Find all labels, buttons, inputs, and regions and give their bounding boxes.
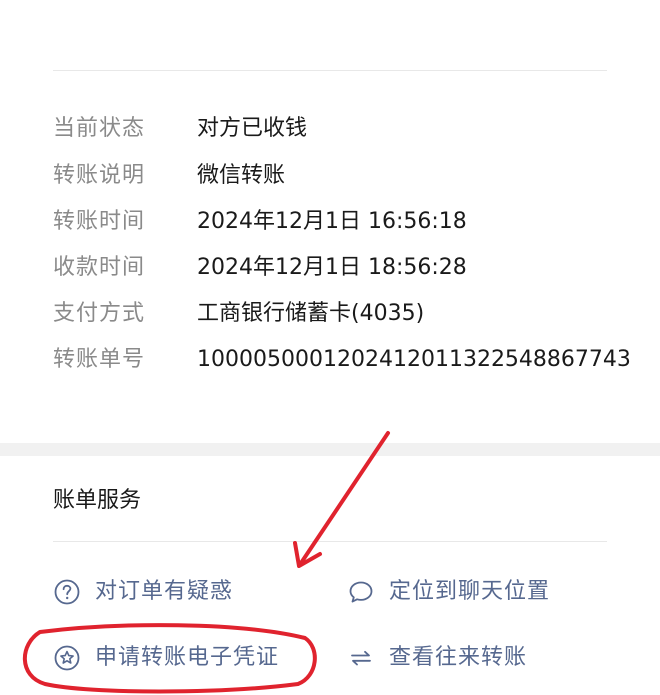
detail-value: 2024年12月1日 18:56:28 bbox=[197, 255, 467, 280]
detail-value: 2024年12月1日 16:56:18 bbox=[197, 209, 467, 234]
detail-label: 转账说明 bbox=[53, 163, 146, 188]
detail-value: 工商银行储蓄卡(4035) bbox=[197, 301, 425, 326]
bill-services-title: 账单服务 bbox=[53, 488, 142, 513]
order-question-button[interactable]: 对订单有疑惑 bbox=[53, 572, 233, 612]
detail-label: 转账单号 bbox=[53, 347, 146, 372]
detail-label: 支付方式 bbox=[53, 301, 146, 326]
detail-row-status: 当前状态 对方已收钱 bbox=[0, 114, 660, 154]
detail-value: 对方已收钱 bbox=[197, 116, 308, 141]
detail-row-payment-method: 支付方式 工商银行储蓄卡(4035) bbox=[0, 299, 660, 339]
detail-value[interactable]: 1000050001202412011322548867743 bbox=[197, 345, 631, 375]
locate-chat-button[interactable]: 定位到聊天位置 bbox=[347, 572, 550, 612]
view-transfers-button[interactable]: 查看往来转账 bbox=[347, 638, 527, 678]
transfer-arrows-icon bbox=[347, 644, 375, 672]
section-separator-band bbox=[0, 443, 660, 456]
detail-row-note: 转账说明 微信转账 bbox=[0, 161, 660, 201]
detail-row-receive-time: 收款时间 2024年12月1日 18:56:28 bbox=[0, 253, 660, 293]
section-divider bbox=[53, 541, 607, 542]
star-circle-icon bbox=[53, 644, 81, 672]
detail-value: 微信转账 bbox=[197, 163, 286, 188]
service-label: 定位到聊天位置 bbox=[389, 579, 551, 604]
chat-bubble-icon bbox=[347, 578, 375, 606]
red-annotation-arrowhead bbox=[293, 541, 322, 568]
service-label: 申请转账电子凭证 bbox=[95, 645, 280, 670]
service-label: 对订单有疑惑 bbox=[95, 579, 234, 604]
apply-transfer-certificate-button[interactable]: 申请转账电子凭证 bbox=[53, 638, 279, 678]
detail-row-transfer-id: 转账单号 1000050001202412011322548867743 bbox=[0, 345, 660, 385]
detail-label: 当前状态 bbox=[53, 116, 146, 141]
detail-label: 收款时间 bbox=[53, 255, 146, 280]
service-label: 查看往来转账 bbox=[389, 645, 528, 670]
detail-row-transfer-time: 转账时间 2024年12月1日 16:56:18 bbox=[0, 207, 660, 247]
question-circle-icon bbox=[53, 578, 81, 606]
top-divider bbox=[53, 70, 607, 71]
detail-label: 转账时间 bbox=[53, 209, 146, 234]
